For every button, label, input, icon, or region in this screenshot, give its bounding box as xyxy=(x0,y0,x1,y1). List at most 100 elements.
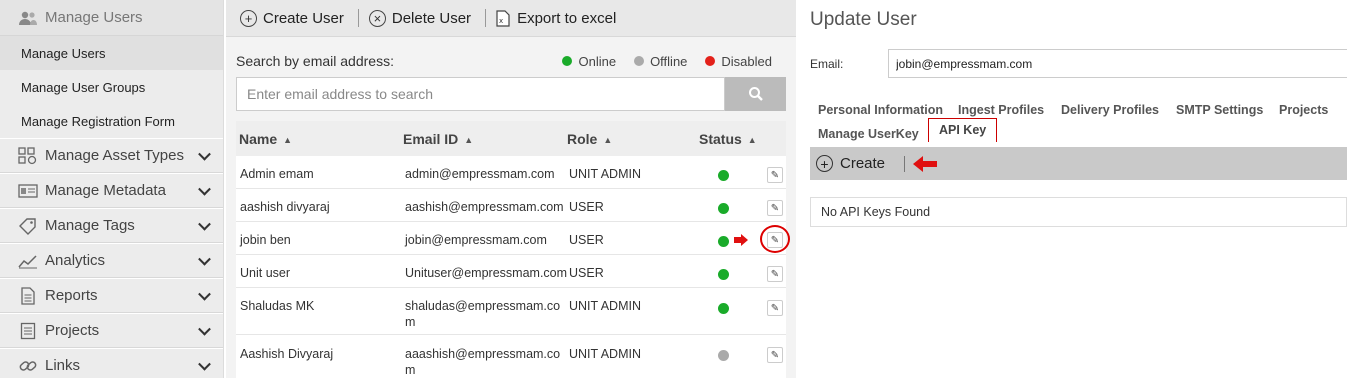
create-api-key-button[interactable]: Create xyxy=(840,155,885,172)
cell-name: Shaludas MK xyxy=(240,299,315,313)
email-label: Email: xyxy=(810,57,844,71)
asset-types-icon xyxy=(17,146,39,165)
sidebar-item-reports[interactable]: Reports xyxy=(0,278,223,313)
links-icon xyxy=(17,357,39,375)
users-icon xyxy=(17,9,39,27)
chevron-down-icon xyxy=(198,322,211,336)
edit-pencil-icon[interactable]: ✎ xyxy=(767,200,783,216)
sidebar-item-links[interactable]: Links xyxy=(0,348,223,378)
sidebar-item-manage-asset-types[interactable]: Manage Asset Types xyxy=(0,138,223,173)
toolbar-divider xyxy=(357,9,359,27)
table-row[interactable]: aashish divyaraj aashish@empressmam.com … xyxy=(236,189,786,222)
sidebar-item-label: Manage Asset Types xyxy=(45,147,184,164)
legend-online: Online xyxy=(562,54,616,69)
api-key-toolbar: + Create xyxy=(810,147,1347,180)
table-header: Name ▲ Email ID ▲ Role ▲ Status ▲ xyxy=(236,121,786,156)
search-button[interactable] xyxy=(725,77,786,111)
toolbar-divider xyxy=(485,9,487,27)
status-online-dot xyxy=(718,236,729,247)
status-online-dot xyxy=(718,203,729,214)
column-header-name-label: Name xyxy=(239,130,278,147)
search-label: Search by email address: xyxy=(236,53,394,69)
table-row[interactable]: jobin ben jobin@empressmam.com USER ✎ xyxy=(236,222,790,255)
sidebar-header-manage-users[interactable]: Manage Users xyxy=(0,0,223,194)
tab-projects[interactable]: Projects xyxy=(1279,103,1328,117)
empty-state-message: No API Keys Found xyxy=(810,197,1347,227)
delete-user-button[interactable]: × Delete User xyxy=(368,9,471,27)
reports-icon xyxy=(17,286,39,305)
tab-ingest-profiles[interactable]: Ingest Profiles xyxy=(958,103,1044,117)
panel-title: Update User xyxy=(810,9,917,30)
sidebar-subitem-manage-registration-form[interactable]: Manage Registration Form xyxy=(0,104,223,138)
column-header-status[interactable]: Status ▲ xyxy=(699,131,757,147)
status-legend: Online Offline Disabled xyxy=(544,54,772,69)
column-header-email-label: Email ID xyxy=(403,130,459,147)
cell-email: Unituser@empressmam.com xyxy=(405,266,568,280)
sidebar-item-projects[interactable]: Projects xyxy=(0,313,223,348)
table-row[interactable]: Unit user Unituser@empressmam.com USER ✎ xyxy=(236,255,786,288)
column-header-email[interactable]: Email ID ▲ xyxy=(403,131,473,147)
annotation-arrow-icon xyxy=(734,234,748,249)
plus-circle-icon: + xyxy=(240,9,257,27)
tab-personal-information[interactable]: Personal Information xyxy=(818,103,943,117)
plus-circle-icon: + xyxy=(816,155,833,172)
toolbar-divider xyxy=(904,155,906,172)
excel-icon: x xyxy=(496,9,510,27)
edit-pencil-icon[interactable]: ✎ xyxy=(767,232,783,248)
user-list-panel: + Create User × Delete User x Export to … xyxy=(226,0,796,378)
table-row[interactable]: Aashish Divyaraj aaashish@empressmam.co … xyxy=(236,335,786,378)
edit-pencil-icon[interactable]: ✎ xyxy=(767,300,783,316)
sidebar-item-manage-tags[interactable]: Manage Tags xyxy=(0,208,223,243)
cell-email: admin@empressmam.com xyxy=(405,167,555,181)
sidebar-item-label: Links xyxy=(45,357,81,374)
sidebar-subitem-manage-user-groups[interactable]: Manage User Groups xyxy=(0,70,223,104)
sidebar: Manage Users Manage Users Manage User Gr… xyxy=(0,0,224,378)
table-row[interactable]: Admin emam admin@empressmam.com UNIT ADM… xyxy=(236,156,786,189)
toolbar: + Create User × Delete User x Export to … xyxy=(226,0,796,37)
status-online-dot xyxy=(718,170,729,181)
status-online-dot xyxy=(718,303,729,314)
sidebar-item-label: Manage Tags xyxy=(45,217,135,234)
search-input[interactable] xyxy=(236,77,725,111)
email-field[interactable] xyxy=(888,49,1347,78)
column-header-status-label: Status xyxy=(699,130,742,147)
tab-smtp-settings[interactable]: SMTP Settings xyxy=(1176,103,1263,117)
tab-delivery-profiles[interactable]: Delivery Profiles xyxy=(1061,103,1159,117)
cell-role: UNIT ADMIN xyxy=(569,299,641,313)
cell-role: USER xyxy=(569,266,604,280)
cell-email-wrap: m xyxy=(405,363,416,377)
sidebar-item-manage-metadata[interactable]: Manage Metadata xyxy=(0,173,223,208)
sidebar-item-label: Projects xyxy=(45,322,100,339)
create-user-button[interactable]: + Create User xyxy=(240,9,344,27)
edit-pencil-icon[interactable]: ✎ xyxy=(767,167,783,183)
export-excel-button[interactable]: x Export to excel xyxy=(496,10,616,27)
cell-name: Unit user xyxy=(240,266,291,280)
analytics-icon xyxy=(17,252,39,270)
chevron-down-icon xyxy=(198,287,211,301)
sort-arrow-icon: ▲ xyxy=(603,134,613,145)
legend-offline-label: Offline xyxy=(650,53,688,69)
legend-online-label: Online xyxy=(578,53,617,69)
column-header-role-label: Role xyxy=(567,130,598,147)
table-row[interactable]: Shaludas MK shaludas@empressmam.co m UNI… xyxy=(236,288,786,335)
legend-disabled: Disabled xyxy=(705,54,772,69)
cell-email: shaludas@empressmam.co xyxy=(405,299,561,313)
offline-dot-icon xyxy=(634,56,645,66)
cell-email: jobin@empressmam.com xyxy=(405,233,547,247)
sidebar-item-analytics[interactable]: Analytics xyxy=(0,243,223,278)
create-user-label: Create User xyxy=(263,9,344,27)
edit-pencil-icon[interactable]: ✎ xyxy=(767,347,783,363)
sidebar-subitem-manage-users[interactable]: Manage Users xyxy=(0,36,223,70)
tab-manage-userkey[interactable]: Manage UserKey xyxy=(818,127,919,141)
tab-api-key[interactable]: API Key xyxy=(928,118,998,142)
column-header-name[interactable]: Name ▲ xyxy=(239,131,292,147)
sort-arrow-icon: ▲ xyxy=(283,134,293,145)
cell-role: USER xyxy=(569,200,604,214)
status-offline-dot xyxy=(718,350,729,361)
cell-email: aashish@empressmam.com xyxy=(405,200,564,214)
svg-text:x: x xyxy=(499,17,503,25)
cell-role: UNIT ADMIN xyxy=(569,347,641,361)
update-user-panel: Update User Email: Personal Information … xyxy=(796,0,1347,378)
column-header-role[interactable]: Role ▲ xyxy=(567,131,612,147)
edit-pencil-icon[interactable]: ✎ xyxy=(767,266,783,282)
